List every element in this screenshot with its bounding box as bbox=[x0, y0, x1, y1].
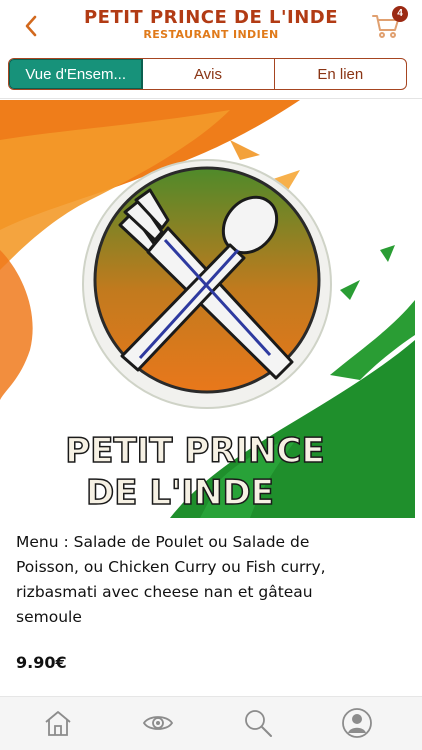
home-icon bbox=[45, 711, 71, 736]
eye-icon bbox=[142, 716, 174, 730]
nav-home[interactable] bbox=[42, 707, 74, 739]
product-price: 9.90€ bbox=[16, 653, 67, 672]
search-icon bbox=[245, 710, 272, 737]
app-header: PETIT PRINCE DE L'INDE RESTAURANT INDIEN… bbox=[0, 0, 422, 52]
restaurant-logo-image: PETIT PRINCE DE L'INDE bbox=[0, 100, 415, 518]
nav-view[interactable] bbox=[142, 707, 174, 739]
nav-search[interactable] bbox=[242, 707, 274, 739]
product-description: Menu : Salade de Poulet ou Salade de Poi… bbox=[16, 533, 326, 626]
bottom-navigation bbox=[0, 696, 422, 750]
tab-overview[interactable]: Vue d'Ensem... bbox=[9, 59, 144, 89]
tab-related[interactable]: En lien bbox=[275, 59, 406, 89]
brand-subtitle: RESTAURANT INDIEN bbox=[143, 28, 279, 41]
nav-profile[interactable] bbox=[341, 707, 373, 739]
brand: PETIT PRINCE DE L'INDE RESTAURANT INDIEN bbox=[0, 8, 422, 42]
header-divider bbox=[0, 98, 422, 99]
tab-reviews[interactable]: Avis bbox=[142, 59, 275, 89]
brand-title: PETIT PRINCE DE L'INDE bbox=[83, 7, 339, 28]
cart-count-badge: 4 bbox=[392, 6, 408, 22]
logo-text-line2: DE L'INDE bbox=[86, 473, 274, 513]
profile-icon bbox=[342, 708, 372, 738]
scrollbar-track bbox=[416, 100, 422, 700]
cart-button[interactable]: 4 bbox=[370, 6, 408, 42]
logo-text-line1: PETIT PRINCE bbox=[65, 431, 324, 471]
product-image: PETIT PRINCE DE L'INDE bbox=[0, 100, 415, 518]
segmented-tabs: Vue d'Ensem... Avis En lien bbox=[8, 58, 407, 90]
